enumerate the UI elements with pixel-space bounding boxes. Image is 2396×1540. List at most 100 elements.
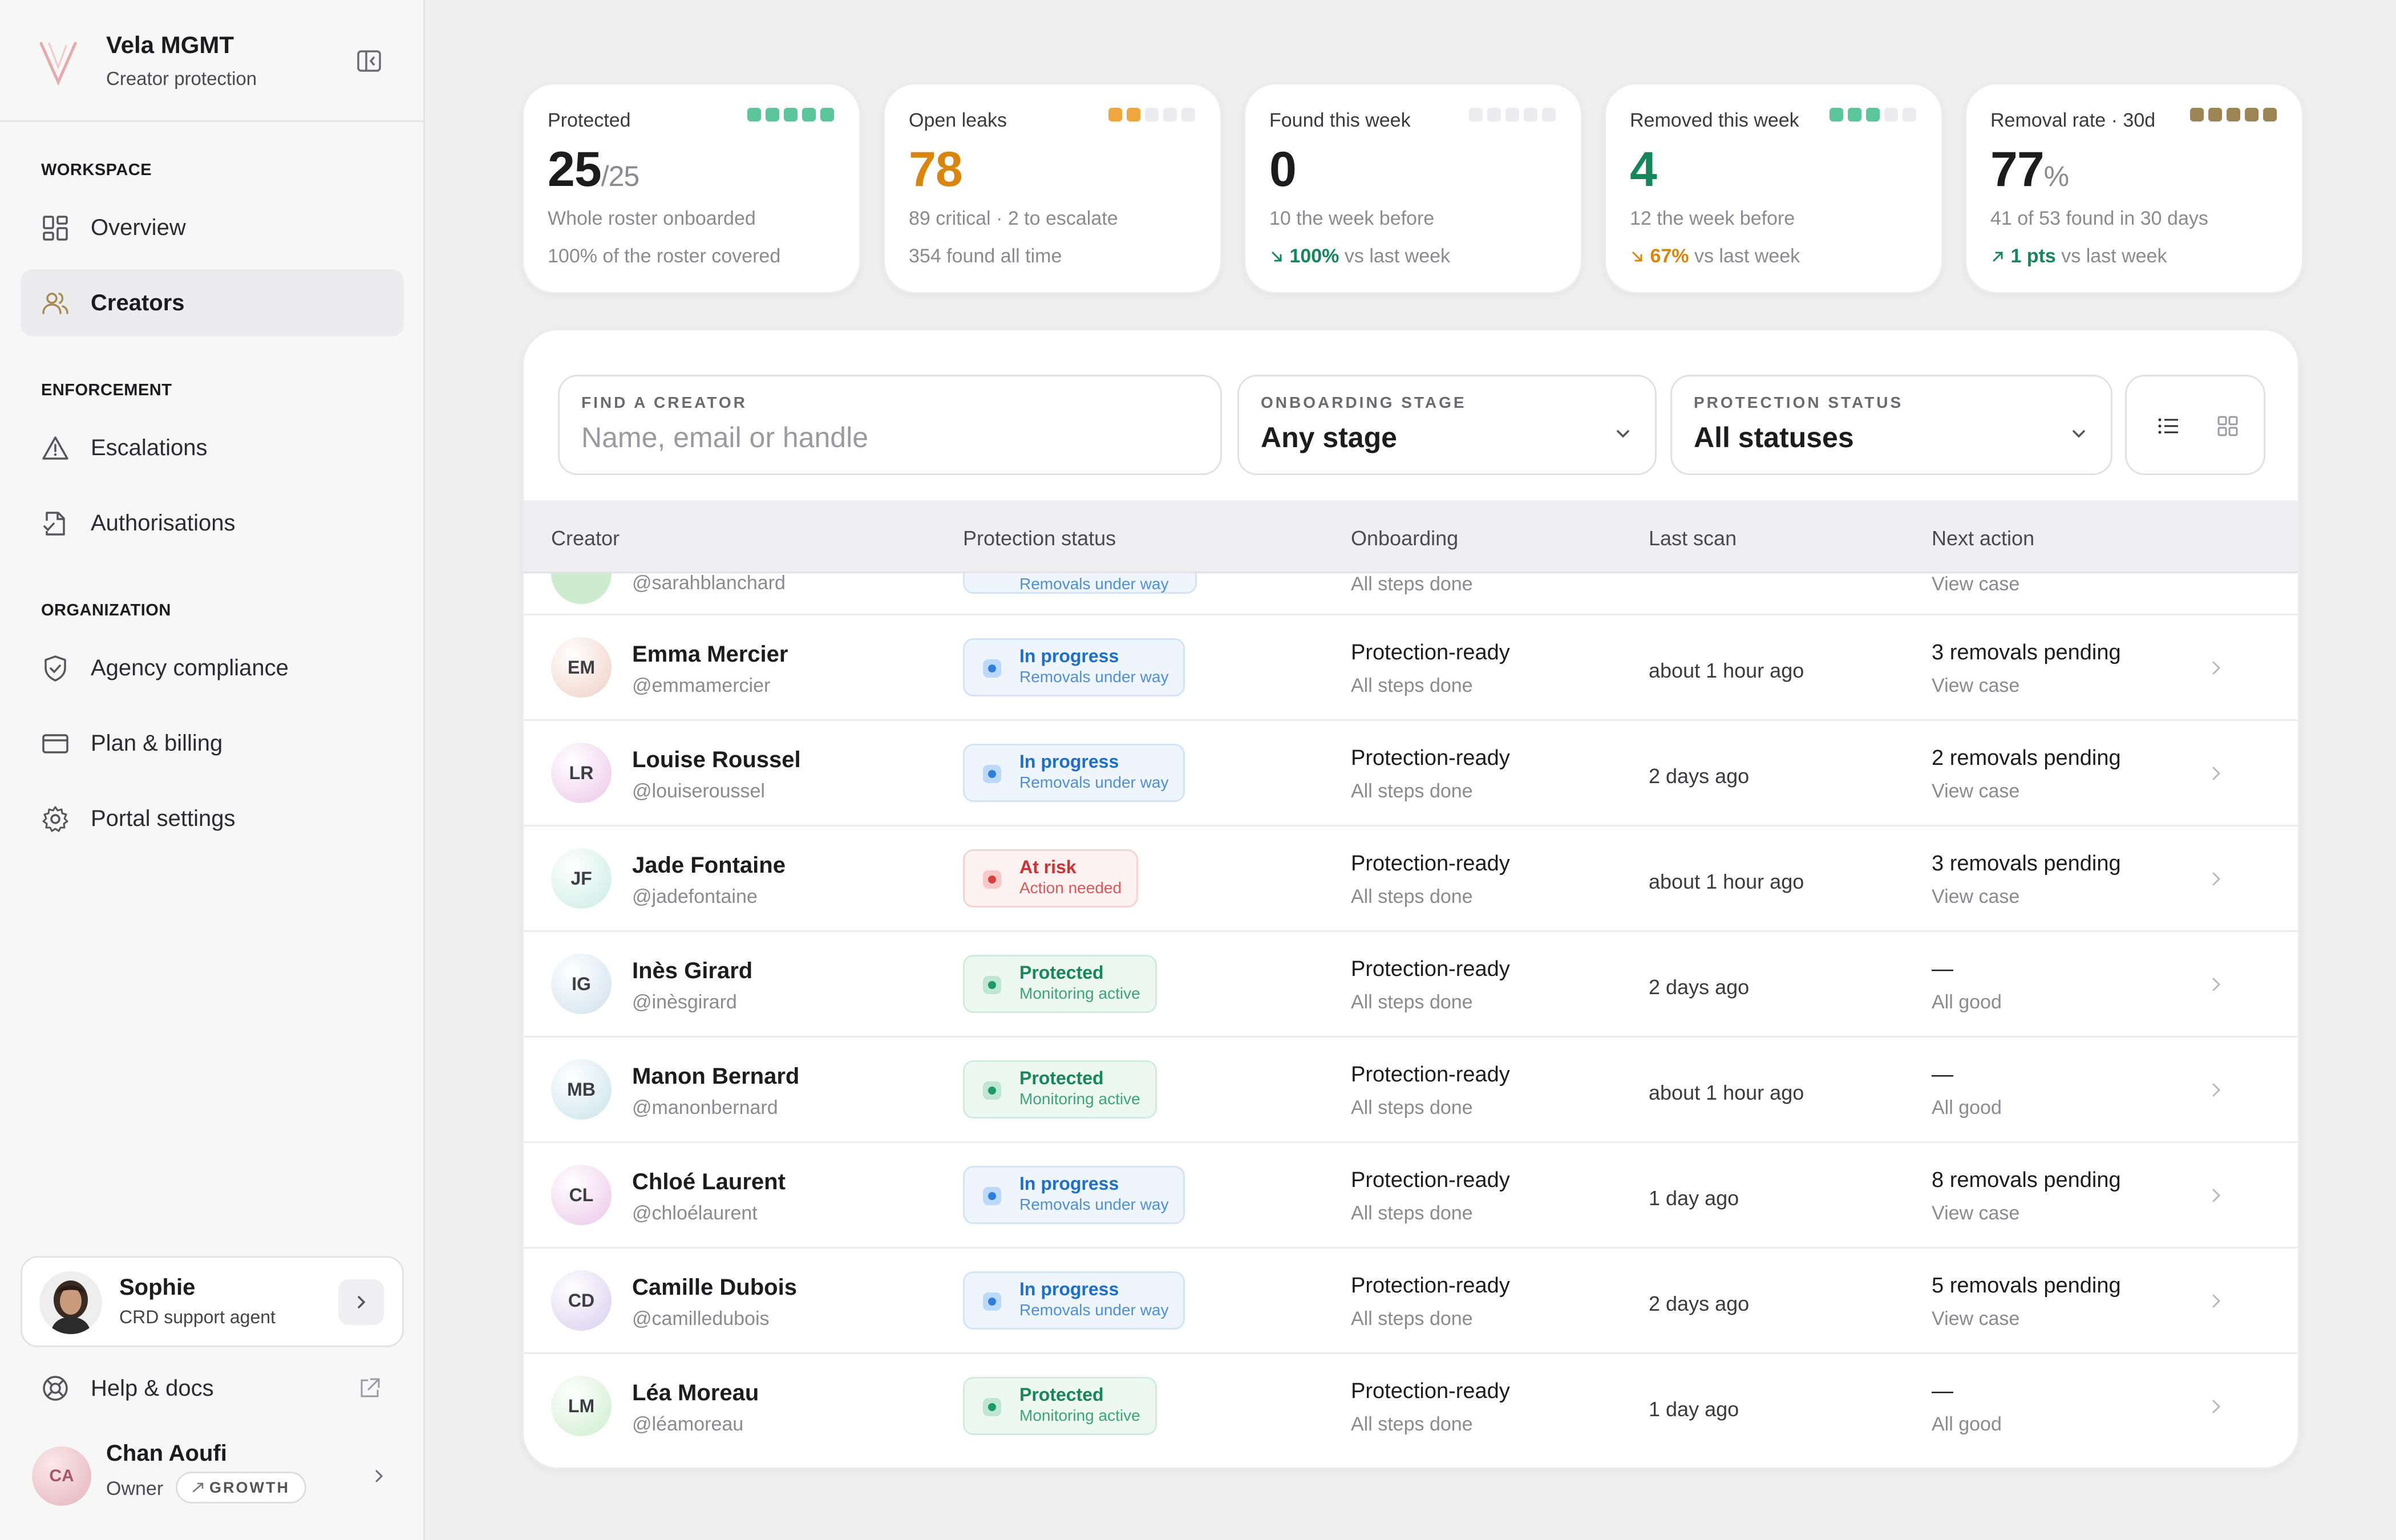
table-row[interactable]: EM Emma Mercier @emmamercier In progress… xyxy=(524,615,2298,721)
kpi-label: Open leaks xyxy=(909,110,1007,131)
creator-handle: @manonbernard xyxy=(632,1097,778,1118)
kpi-label: Protected xyxy=(548,110,631,131)
next-action: 3 removals pending xyxy=(1932,641,2121,664)
onboarding-stage-select[interactable]: ONBOARDING STAGE Any stage xyxy=(1237,375,1657,475)
next-action: — xyxy=(1932,957,1953,981)
support-agent-card[interactable]: Sophie CRD support agent xyxy=(21,1256,404,1347)
nav-item-agency-compliance[interactable]: Agency compliance xyxy=(21,634,404,702)
grid-view-icon[interactable] xyxy=(2216,414,2240,438)
status-pill: Removals under way xyxy=(963,573,1197,594)
nav-label-plan-billing: Plan & billing xyxy=(91,731,223,756)
nav-item-plan-billing[interactable]: Plan & billing xyxy=(21,710,404,777)
arrow-down-right-icon xyxy=(1272,252,1282,262)
nav-label-authorisations: Authorisations xyxy=(91,510,236,536)
kpi-dot xyxy=(747,108,761,121)
search-input[interactable]: Name, email or handle xyxy=(581,421,868,454)
table-row-scrolled[interactable]: @sarahblanchard Removals under way All s… xyxy=(524,573,2298,615)
avatar: JF xyxy=(551,848,612,909)
collapse-sidebar-icon[interactable] xyxy=(355,47,383,75)
list-view-icon[interactable] xyxy=(2156,414,2180,438)
status-pill: In progress Removals under way xyxy=(963,1271,1185,1330)
chevron-right-icon xyxy=(375,1470,383,1482)
chevron-right-icon[interactable] xyxy=(2207,1184,2226,1207)
next-action-link[interactable]: View case xyxy=(1932,780,2019,803)
view-toggle xyxy=(2125,375,2265,475)
status-dot-icon xyxy=(983,976,1001,994)
kpi-value: 4 xyxy=(1630,141,1657,198)
kpi-label: Removal rate · 30d xyxy=(1990,110,2156,131)
status-label: In progress xyxy=(1019,1279,1119,1299)
nav-item-overview[interactable]: Overview xyxy=(21,194,404,261)
stage-value: Any stage xyxy=(1261,422,1397,453)
chevron-right-icon[interactable] xyxy=(2207,762,2226,785)
col-protection-status[interactable]: Protection status xyxy=(963,526,1116,550)
kpi-dot xyxy=(2263,108,2277,121)
nav-section-workspace: WORKSPACE xyxy=(41,161,152,179)
kpi-dot xyxy=(1542,108,1556,121)
status-dot-icon xyxy=(983,1292,1001,1311)
chevron-right-icon[interactable] xyxy=(2207,1395,2226,1418)
table-row[interactable]: CD Camille Dubois @camilledubois In prog… xyxy=(524,1249,2298,1354)
col-creator[interactable]: Creator xyxy=(551,526,620,550)
status-label: In progress xyxy=(1019,1173,1119,1194)
creator-name: Chloé Laurent xyxy=(632,1169,786,1194)
creator-handle: @sarahblanchard xyxy=(632,573,786,594)
status-detail: Monitoring active xyxy=(1019,1090,1140,1108)
table-row[interactable]: JF Jade Fontaine @jadefontaine At risk A… xyxy=(524,826,2298,932)
status-label: PROTECTION STATUS xyxy=(1694,394,1904,411)
last-scan: 2 days ago xyxy=(1649,764,1750,788)
kpi-dot xyxy=(1487,108,1501,121)
table-row[interactable]: CL Chloé Laurent @chloélaurent In progre… xyxy=(524,1143,2298,1249)
next-action-link[interactable]: View case xyxy=(1932,886,2019,908)
help-docs-link[interactable]: Help & docs xyxy=(21,1364,404,1412)
status-label: At risk xyxy=(1019,857,1076,877)
table-row[interactable]: LM Léa Moreau @léamoreau Protected Monit… xyxy=(524,1354,2298,1460)
onboarding-stage: Protection-ready xyxy=(1351,746,1510,770)
chevron-right-icon[interactable] xyxy=(2207,973,2226,996)
next-action-link[interactable]: All good xyxy=(1932,991,2002,1014)
nav-item-creators[interactable]: Creators xyxy=(21,269,404,337)
col-onboarding[interactable]: Onboarding xyxy=(1351,526,1458,550)
table-row[interactable]: LR Louise Roussel @louiseroussel In prog… xyxy=(524,721,2298,826)
agent-open-button[interactable] xyxy=(338,1279,384,1325)
kpi-dot xyxy=(2245,108,2259,121)
nav-item-escalations[interactable]: Escalations xyxy=(21,414,404,481)
kpi-dot xyxy=(1181,108,1195,121)
chevron-right-icon[interactable] xyxy=(2207,1290,2226,1312)
kpi-card: Removed this week 4 12 the week before 6… xyxy=(1604,83,1943,294)
user-profile[interactable]: CA Chan Aoufi Owner GROWTH xyxy=(32,1436,397,1516)
col-last-scan[interactable]: Last scan xyxy=(1649,526,1737,550)
status-detail: Removals under way xyxy=(1019,773,1169,791)
next-action-link[interactable]: View case xyxy=(1932,1308,2019,1330)
nav-item-portal-settings[interactable]: Portal settings xyxy=(21,785,404,852)
chevron-right-icon[interactable] xyxy=(2207,1079,2226,1101)
next-action-link[interactable]: View case xyxy=(1932,675,2019,697)
next-action-link[interactable]: All good xyxy=(1932,1097,2002,1119)
next-action-link[interactable]: All good xyxy=(1932,1413,2002,1436)
chevron-right-icon[interactable] xyxy=(2207,656,2226,679)
kpi-number: 78 xyxy=(909,142,963,197)
plan-badge: GROWTH xyxy=(176,1472,306,1503)
creator-name: Emma Mercier xyxy=(632,642,788,667)
next-action-link[interactable]: View case xyxy=(1932,1202,2019,1225)
arrow-up-right-icon xyxy=(1993,252,2003,262)
table-row[interactable]: IG Inès Girard @inèsgirard Protected Mon… xyxy=(524,932,2298,1038)
status-pill: In progress Removals under way xyxy=(963,1166,1185,1224)
search-field[interactable]: FIND A CREATOR Name, email or handle xyxy=(558,375,1222,475)
nav-item-authorisations[interactable]: Authorisations xyxy=(21,489,404,557)
nav-label-portal-settings: Portal settings xyxy=(91,806,236,831)
kpi-dot xyxy=(1108,108,1122,121)
col-next-action[interactable]: Next action xyxy=(1932,526,2034,550)
kpi-subtext: Whole roster onboarded xyxy=(548,208,756,229)
chevron-right-icon[interactable] xyxy=(2207,868,2226,890)
table-row[interactable]: MB Manon Bernard @manonbernard Protected… xyxy=(524,1038,2298,1143)
kpi-value: 0 xyxy=(1269,141,1297,198)
next-action-link[interactable]: View case xyxy=(1932,573,2019,595)
lifebuoy-icon xyxy=(43,1376,68,1401)
nav-section-organization: ORGANIZATION xyxy=(41,601,171,619)
onboarding-stage: Protection-ready xyxy=(1351,957,1510,981)
kpi-dot xyxy=(1145,108,1159,121)
kpi-number: 25 xyxy=(548,142,602,197)
status-value: All statuses xyxy=(1694,422,1854,453)
protection-status-select[interactable]: PROTECTION STATUS All statuses xyxy=(1670,375,2112,475)
